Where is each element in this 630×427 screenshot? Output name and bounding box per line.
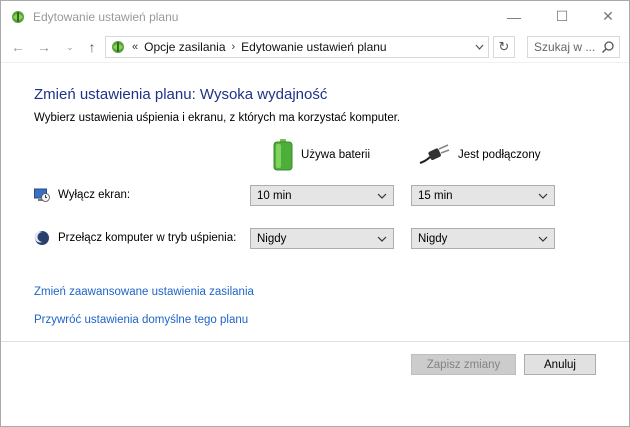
sleep-moon-icon bbox=[34, 231, 49, 245]
display-battery-select[interactable]: 10 min bbox=[250, 185, 394, 206]
chevron-down-icon bbox=[538, 193, 548, 199]
title-bar: Edytowanie ustawień planu — ☐ ✕ bbox=[1, 1, 629, 32]
display-battery-value: 10 min bbox=[257, 189, 292, 202]
chevron-down-icon bbox=[377, 193, 387, 199]
forward-button[interactable]: → bbox=[35, 38, 53, 56]
power-plug-icon bbox=[419, 144, 450, 164]
navigation-bar: ← → ⌄ ↑ « Opcje zasilania › Edytowanie u… bbox=[1, 32, 629, 62]
minimize-button[interactable]: — bbox=[491, 1, 537, 32]
power-options-icon bbox=[12, 11, 24, 23]
column-header-battery: Używa baterii bbox=[273, 139, 370, 171]
sleep-battery-value: Nigdy bbox=[257, 232, 287, 245]
recent-locations-button[interactable]: ⌄ bbox=[61, 38, 79, 56]
back-arrow-icon: ← bbox=[11, 39, 25, 55]
minimize-icon: — bbox=[507, 8, 521, 25]
window: Edytowanie ustawień planu — ☐ ✕ ← → ⌄ ↑ … bbox=[0, 0, 630, 427]
page-title: Zmień ustawienia planu: Wysoka wydajność bbox=[34, 86, 328, 103]
sleep-setting-label: Przełącz komputer w tryb uśpienia: bbox=[58, 232, 237, 244]
address-overflow-icon[interactable]: « bbox=[132, 41, 138, 53]
power-options-icon bbox=[112, 41, 124, 53]
display-setting-label: Wyłącz ekran: bbox=[58, 189, 131, 201]
cancel-button[interactable]: Anuluj bbox=[524, 354, 596, 375]
forward-arrow-icon: → bbox=[37, 39, 51, 55]
address-bar[interactable]: « Opcje zasilania › Edytowanie ustawień … bbox=[105, 36, 489, 58]
search-icon bbox=[602, 41, 614, 53]
search-input[interactable] bbox=[534, 40, 604, 54]
breadcrumb-separator-icon[interactable]: › bbox=[232, 41, 236, 53]
sleep-plugged-select[interactable]: Nigdy bbox=[411, 228, 555, 249]
search-box[interactable] bbox=[527, 36, 620, 58]
restore-defaults-link[interactable]: Przywróć ustawienia domyślne tego planu bbox=[34, 314, 248, 326]
column-label-battery: Używa baterii bbox=[301, 149, 371, 161]
address-dropdown-icon[interactable] bbox=[475, 40, 484, 54]
maximize-button[interactable]: ☐ bbox=[539, 1, 585, 32]
chevron-down-icon bbox=[377, 236, 387, 242]
page-subtitle: Wybierz ustawienia uśpienia i ekranu, z … bbox=[34, 112, 401, 124]
display-plugged-select[interactable]: 15 min bbox=[411, 185, 555, 206]
chevron-down-icon bbox=[538, 236, 548, 242]
column-label-plugged: Jest podłączony bbox=[458, 149, 541, 161]
breadcrumb-power-options[interactable]: Opcje zasilania bbox=[144, 40, 225, 54]
breadcrumb-edit-plan-settings[interactable]: Edytowanie ustawień planu bbox=[241, 40, 386, 54]
window-title: Edytowanie ustawień planu bbox=[33, 10, 179, 24]
sleep-battery-select[interactable]: Nigdy bbox=[250, 228, 394, 249]
chevron-down-icon: ⌄ bbox=[66, 41, 74, 52]
display-plugged-value: 15 min bbox=[418, 189, 453, 202]
toolbar-divider bbox=[1, 62, 629, 63]
maximize-icon: ☐ bbox=[555, 8, 569, 24]
up-arrow-icon: ↑ bbox=[88, 39, 96, 55]
display-setting-row: Wyłącz ekran: bbox=[34, 187, 130, 203]
up-button[interactable]: ↑ bbox=[83, 38, 101, 56]
battery-icon bbox=[273, 139, 293, 171]
display-clock-icon bbox=[34, 188, 50, 202]
sleep-plugged-value: Nigdy bbox=[418, 232, 448, 245]
refresh-icon: ↻ bbox=[498, 39, 510, 54]
back-button[interactable]: ← bbox=[9, 38, 27, 56]
advanced-settings-link[interactable]: Zmień zaawansowane ustawienia zasilania bbox=[34, 286, 254, 298]
footer-divider bbox=[1, 341, 629, 342]
save-changes-button[interactable]: Zapisz zmiany bbox=[411, 354, 516, 375]
close-icon: ✕ bbox=[602, 8, 614, 24]
column-header-plugged: Jest podłączony bbox=[418, 139, 540, 171]
refresh-button[interactable]: ↻ bbox=[493, 36, 515, 58]
sleep-setting-row: Przełącz komputer w tryb uśpienia: bbox=[34, 230, 236, 246]
close-button[interactable]: ✕ bbox=[585, 1, 630, 32]
